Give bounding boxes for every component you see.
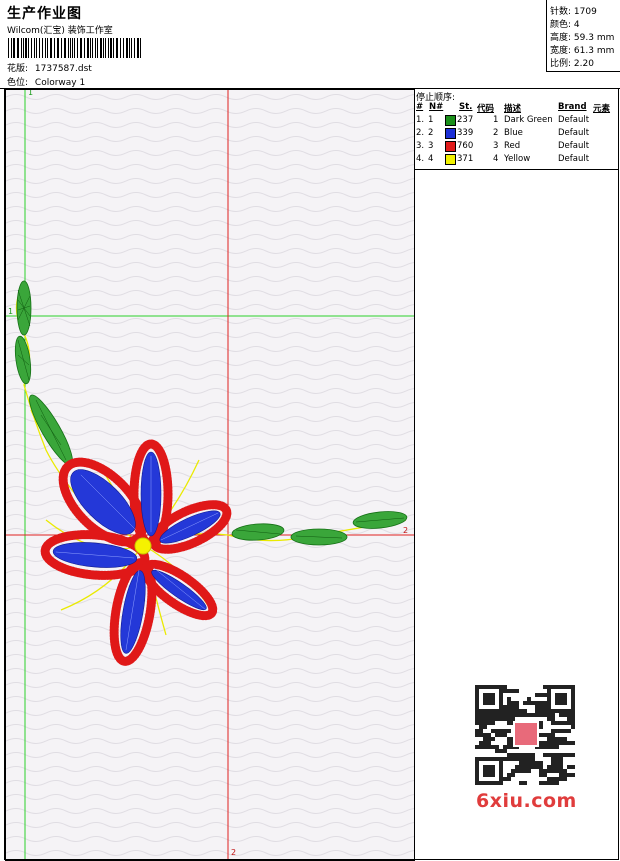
col-hash: # <box>416 102 424 112</box>
colorway-label: 色位: <box>7 78 29 88</box>
stat-stitches: 针数: 1709 <box>550 7 597 17</box>
row-index: 1. <box>416 115 425 125</box>
color-swatch <box>445 141 456 152</box>
row-brand: Default <box>558 154 590 164</box>
stop-row[interactable]: 4. 4 371 4 Yellow Default <box>414 154 619 167</box>
row-description: Yellow <box>504 154 531 164</box>
barcode-image <box>8 38 141 58</box>
stats-box: 针数: 1709 颜色: 4 高度: 59.3 mm 宽度: 61.3 mm 比… <box>546 0 620 72</box>
row-brand: Default <box>558 128 590 138</box>
watermark-text: 6xiu.com <box>476 790 577 812</box>
col-description: 描述 <box>504 104 522 114</box>
green-horizontal-label: 1 <box>8 307 14 316</box>
page-title: 生产作业图 <box>7 6 82 22</box>
row-number: 2 <box>428 128 434 138</box>
design-file-value: 1737587.dst <box>34 64 92 74</box>
stat-colors: 颜色: 4 <box>550 20 580 30</box>
row-code: 1 <box>493 115 499 125</box>
design-file-label: 花版: <box>7 64 29 74</box>
row-stitches: 237 <box>457 115 474 125</box>
row-index: 4. <box>416 154 425 164</box>
row-brand: Default <box>558 115 590 125</box>
design-canvas[interactable]: 1 1 2 2 <box>5 89 415 861</box>
stop-row[interactable]: 2. 2 339 2 Blue Default <box>414 128 619 141</box>
col-element: 元素 <box>593 104 611 114</box>
color-swatch <box>445 154 456 165</box>
colorway-value: Colorway 1 <box>34 78 86 88</box>
row-code: 2 <box>493 128 499 138</box>
col-brand: Brand <box>558 102 587 112</box>
design-file-row: 花版: 1737587.dst <box>7 61 92 74</box>
row-code: 3 <box>493 141 499 151</box>
company-name: Wilcom(汇宝) 装饰工作室 <box>7 26 113 36</box>
flower-center <box>134 537 152 555</box>
color-swatch <box>445 115 456 126</box>
red-vertical-label: 2 <box>231 848 237 857</box>
row-index: 2. <box>416 128 425 138</box>
green-vertical-label: 1 <box>28 89 34 97</box>
row-number: 3 <box>428 141 434 151</box>
row-brand: Default <box>558 141 590 151</box>
stop-sequence-panel: 停止顺序: # N# St. 代码 描述 Brand 元素 1. 1 237 1 Dar… <box>414 89 619 170</box>
col-stitches: St. <box>459 102 473 112</box>
row-stitches: 371 <box>457 154 474 164</box>
embroidery-preview <box>6 90 414 860</box>
header: 生产作业图 Wilcom(汇宝) 装饰工作室 花版: 1737587.dst 色… <box>0 0 620 89</box>
stat-scale: 比例: 2.20 <box>550 59 594 69</box>
row-index: 3. <box>416 141 425 151</box>
row-code: 4 <box>493 154 499 164</box>
col-no: N# <box>429 102 444 112</box>
stop-row[interactable]: 3. 3 760 3 Red Default <box>414 141 619 154</box>
row-stitches: 760 <box>457 141 474 151</box>
row-number: 4 <box>428 154 434 164</box>
row-description: Blue <box>504 128 523 138</box>
colorway-row: 色位: Colorway 1 <box>7 75 85 88</box>
red-horizontal-label: 2 <box>403 526 409 535</box>
row-stitches: 339 <box>457 128 474 138</box>
row-number: 1 <box>428 115 434 125</box>
row-description: Dark Green <box>504 115 553 125</box>
color-swatch <box>445 128 456 139</box>
qr-code-image <box>470 680 580 790</box>
stat-height: 高度: 59.3 mm <box>550 33 615 43</box>
row-description: Red <box>504 141 521 151</box>
stop-row[interactable]: 1. 1 237 1 Dark Green Default <box>414 115 619 128</box>
stat-width: 宽度: 61.3 mm <box>550 46 615 56</box>
col-code: 代码 <box>477 104 495 114</box>
